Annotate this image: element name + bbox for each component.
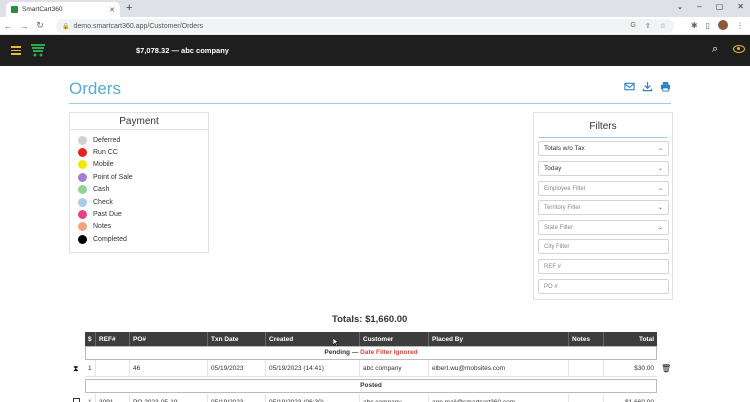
print-icon[interactable] (660, 81, 671, 92)
col-header-customer[interactable]: Customer (360, 332, 429, 346)
browser-tab-bar: SmartCart360 ✕ + ⌄ – ▢ ✕ (0, 0, 750, 17)
col-header-created[interactable]: Created (266, 332, 360, 346)
legend-dot-icon (78, 209, 87, 219)
col-header-dollar[interactable]: $ (85, 332, 96, 346)
chevron-down-icon: ⌄ (657, 205, 663, 211)
col-header-po[interactable]: PO# (130, 332, 208, 346)
close-window-icon[interactable]: ✕ (737, 2, 744, 11)
payment-item: Cash (78, 184, 109, 194)
po-filter-input[interactable]: PO # (538, 279, 669, 294)
filters-divider (539, 137, 667, 138)
window-controls: ⌄ – ▢ ✕ (677, 2, 744, 11)
title-divider (69, 103, 671, 104)
google-icon[interactable]: G (630, 22, 635, 30)
totals-label: Totals: $1,660.00 (332, 314, 408, 325)
payment-item: Point of Sale (78, 172, 133, 182)
new-tab-icon[interactable]: + (126, 2, 132, 14)
posted-label: Posted (360, 382, 382, 389)
trash-icon[interactable]: 🗑 (661, 364, 671, 373)
orders-table-header: $ REF# PO# Txn Date Created Customer Pla… (85, 332, 657, 346)
profile-avatar[interactable] (718, 20, 728, 30)
filters-title: Filters (589, 121, 617, 132)
legend-dot-icon (78, 147, 87, 157)
posted-section-header: Posted (85, 379, 657, 393)
page-title: Orders (69, 79, 121, 98)
filters-panel: Filters Totals w/o Tax ⌄ Today ⌄ Employee … (533, 112, 673, 300)
col-header-txn-date[interactable]: Txn Date (208, 332, 266, 346)
payment-item: Past Due (78, 209, 122, 219)
chevron-down-icon: ⌄ (657, 225, 663, 231)
browser-tab[interactable]: SmartCart360 ✕ (6, 2, 120, 17)
payment-title: Payment (70, 113, 208, 130)
col-header-total[interactable]: Total (604, 332, 657, 346)
table-row[interactable]: 1 46 05/19/2023 05/19/2023 (14:41) abc c… (85, 360, 657, 377)
browser-extensions: ✱ ▯ ⋮ (691, 20, 744, 30)
payment-item: Notes (78, 221, 111, 231)
tab-title: SmartCart360 (22, 6, 63, 13)
favicon-icon (11, 6, 18, 13)
table-row[interactable]: 1 3091 PO 2023-05-19 05/19/2023 05/19/20… (85, 394, 657, 402)
maximize-icon[interactable]: ▢ (716, 2, 724, 11)
employee-filter-select[interactable]: Employee Filter ⌄ (538, 181, 669, 196)
legend-dot-icon (78, 221, 87, 231)
date-select[interactable]: Today ⌄ (538, 161, 669, 176)
url-text: demo.smartcart360.app/Customer/Orders (73, 22, 204, 30)
sidepanel-icon[interactable]: ▯ (706, 21, 710, 30)
legend-dot-icon (78, 172, 87, 182)
legend-dot-icon (78, 184, 87, 194)
territory-filter-select[interactable]: Territory Filter ⌄ (538, 200, 669, 215)
legend-dot-icon (78, 234, 87, 244)
chevron-down-icon[interactable]: ⌄ (677, 2, 684, 11)
app-header: $7,078.32 — abc company ⌕ (0, 35, 750, 66)
puzzle-icon[interactable]: ✱ (691, 21, 698, 30)
download-icon[interactable] (642, 81, 653, 92)
hamburger-menu-icon[interactable] (11, 46, 21, 55)
mouse-cursor-icon (333, 338, 339, 346)
reload-icon[interactable]: ↻ (32, 20, 48, 31)
payment-item: Check (78, 197, 113, 207)
payment-item: Deferred (78, 135, 120, 145)
search-icon[interactable]: ⌕ (712, 43, 718, 56)
page-actions (624, 81, 671, 92)
chevron-down-icon: ⌄ (657, 146, 663, 152)
ref-filter-input[interactable]: REF # (538, 259, 669, 274)
pending-label: Pending — (324, 349, 359, 356)
email-icon[interactable] (624, 81, 635, 92)
balance-company: $7,078.32 — abc company (136, 46, 229, 55)
col-header-notes[interactable]: Notes (569, 332, 604, 346)
row-checkbox[interactable] (73, 398, 80, 402)
chevron-down-icon: ⌄ (657, 166, 663, 172)
share-icon[interactable]: ⇪ (645, 22, 651, 30)
star-icon[interactable]: ☆ (660, 22, 666, 30)
col-header-ref[interactable]: REF# (96, 332, 130, 346)
eye-icon[interactable] (733, 45, 745, 53)
address-bar: ← → ↻ 🔒 demo.smartcart360.app/Customer/O… (0, 17, 750, 35)
cart-logo-icon (31, 44, 45, 57)
menu-dots-icon[interactable]: ⋮ (736, 21, 744, 30)
payment-item: Run CC (78, 147, 118, 157)
chevron-down-icon: ⌄ (657, 186, 663, 192)
lock-icon: 🔒 (62, 23, 70, 30)
legend-dot-icon (78, 197, 87, 207)
legend-dot-icon (78, 159, 87, 169)
totals-select[interactable]: Totals w/o Tax ⌄ (538, 141, 669, 156)
payment-item: Mobile (78, 159, 114, 169)
minimize-icon[interactable]: – (697, 2, 701, 11)
pending-section-header: Pending — Date Filter Ignored (85, 346, 657, 360)
legend-dot-icon (78, 135, 87, 145)
url-field[interactable]: 🔒 demo.smartcart360.app/Customer/Orders … (56, 19, 674, 33)
forward-icon[interactable]: → (16, 21, 32, 31)
state-filter-select[interactable]: State Filter ⌄ (538, 220, 669, 235)
hourglass-icon[interactable]: ⧗ (73, 364, 79, 374)
date-filter-ignored-note: Date Filter Ignored (360, 349, 418, 356)
close-tab-icon[interactable]: ✕ (109, 6, 115, 14)
payment-item: Completed (78, 234, 127, 244)
payment-legend: Payment Deferred Run CC Mobile Point of … (69, 112, 209, 253)
col-header-placed-by[interactable]: Placed By (429, 332, 569, 346)
city-filter-input[interactable]: City Filter (538, 239, 669, 254)
back-icon[interactable]: ← (0, 21, 16, 31)
